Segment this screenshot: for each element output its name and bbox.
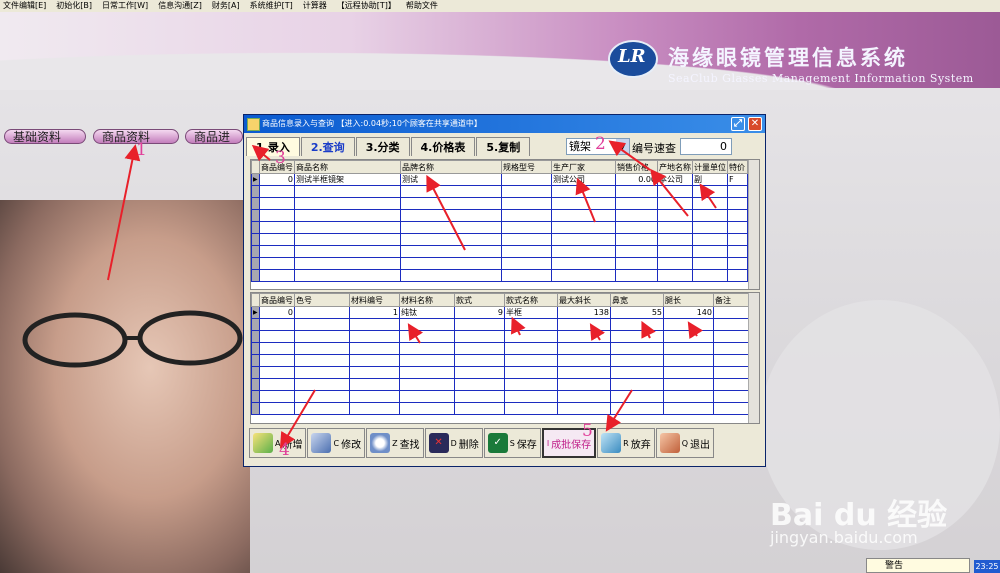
annotation-arrows	[107, 140, 717, 449]
warning-taskbar-item[interactable]: 警告	[866, 558, 970, 573]
warning-label: 警告	[885, 561, 904, 571]
annotation-number: 3	[275, 148, 286, 168]
system-clock: 23:25	[974, 560, 1000, 573]
annotation-number: 4	[279, 440, 290, 460]
annotation-number: 5	[582, 421, 593, 441]
annotation-number: 2	[595, 134, 606, 154]
baidu-watermark-url: jingyan.baidu.com	[770, 528, 918, 547]
annotation-number: 1	[136, 140, 147, 160]
